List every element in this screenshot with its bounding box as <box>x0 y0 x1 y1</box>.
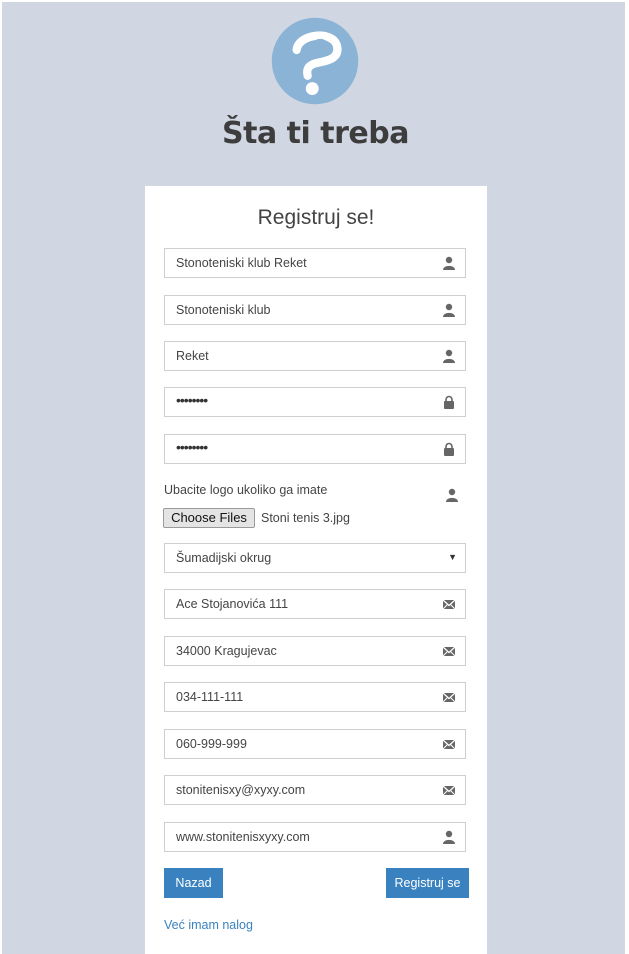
username-value: Reket <box>176 349 209 363</box>
mobile-value: 060-999-999 <box>176 737 247 751</box>
password-value: •••••••• <box>176 392 208 408</box>
envelope-icon <box>442 785 456 796</box>
email-field[interactable]: stonitenisxy@xyxy.com <box>164 775 466 805</box>
question-mark-logo-icon <box>271 17 359 105</box>
city-field[interactable]: 34000 Kragujevac <box>164 636 466 666</box>
full-name-value: Stonoteniski klub Reket <box>176 256 307 270</box>
envelope-icon <box>442 646 456 657</box>
district-selected-value: Šumadijski okrug <box>176 551 272 565</box>
envelope-icon <box>442 692 456 703</box>
confirm-password-value: •••••••• <box>176 439 208 455</box>
selected-file-name: Stoni tenis 3.jpg <box>261 511 350 525</box>
first-name-value: Stonoteniski klub <box>176 303 271 317</box>
password-field[interactable]: •••••••• <box>164 387 466 417</box>
phone-value: 034-111-111 <box>176 690 244 704</box>
caret-down-icon: ▼ <box>448 552 457 562</box>
form-title: Registruj se! <box>257 206 375 229</box>
lock-icon <box>444 395 454 409</box>
page-background: Šta ti treba Registruj se! Stonoteniski … <box>2 2 625 954</box>
address-field[interactable]: Ace Stojanovića 111 <box>164 589 466 619</box>
phone-field[interactable]: 034-111-111 <box>164 682 466 712</box>
envelope-icon <box>442 739 456 750</box>
address-value: Ace Stojanovića 111 <box>176 597 289 611</box>
user-icon <box>443 830 455 844</box>
user-icon <box>446 488 458 502</box>
site-title: Šta ti treba <box>222 116 409 151</box>
confirm-password-field[interactable]: •••••••• <box>164 434 466 464</box>
website-field[interactable]: www.stonitenisxyxy.com <box>164 822 466 852</box>
registration-card: Registruj se! Stonoteniski klub Reket St… <box>145 186 487 954</box>
user-icon <box>443 303 455 317</box>
register-button[interactable]: Registruj se <box>386 868 469 898</box>
already-have-account-link[interactable]: Već imam nalog <box>164 918 253 932</box>
username-field[interactable]: Reket <box>164 341 466 371</box>
first-name-field[interactable]: Stonoteniski klub <box>164 295 466 325</box>
full-name-field[interactable]: Stonoteniski klub Reket <box>164 248 466 278</box>
website-value: www.stonitenisxyxy.com <box>176 830 310 844</box>
email-value: stonitenisxy@xyxy.com <box>176 783 306 797</box>
back-button[interactable]: Nazad <box>164 868 223 898</box>
user-icon <box>443 256 455 270</box>
logo-upload-label: Ubacite logo ukoliko ga imate <box>164 483 328 497</box>
choose-files-button[interactable]: Choose Files <box>163 508 255 528</box>
district-select[interactable]: Šumadijski okrug ▼ <box>164 543 466 573</box>
mobile-field[interactable]: 060-999-999 <box>164 729 466 759</box>
lock-icon <box>444 442 454 456</box>
envelope-icon <box>442 599 456 610</box>
user-icon <box>443 349 455 363</box>
city-value: 34000 Kragujevac <box>176 644 277 658</box>
